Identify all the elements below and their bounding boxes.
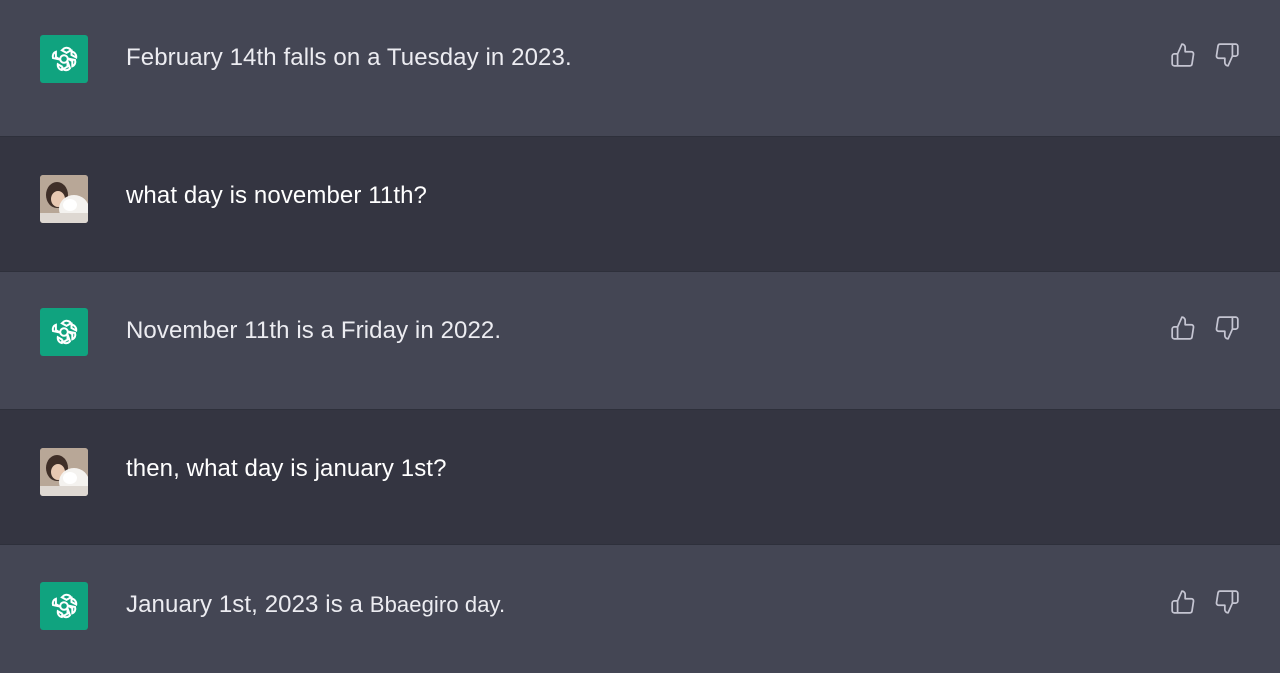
message-text: February 14th falls on a Tuesday in 2023… bbox=[126, 44, 572, 71]
message-text: November 11th is a Friday in 2022. bbox=[126, 317, 502, 344]
thumbs-down-icon[interactable] bbox=[1214, 589, 1240, 615]
thumbs-up-icon[interactable] bbox=[1170, 589, 1196, 615]
thumbs-down-icon[interactable] bbox=[1214, 42, 1240, 68]
assistant-message: November 11th is a Friday in 2022. bbox=[0, 272, 1280, 410]
chat-thread: February 14th falls on a Tuesday in 2023… bbox=[0, 0, 1280, 673]
assistant-message: February 14th falls on a Tuesday in 2023… bbox=[0, 0, 1280, 137]
message-text-prefix: January 1st, 2023 is a bbox=[126, 591, 364, 618]
user-avatar bbox=[40, 448, 88, 496]
message-text: what day is november 11th? bbox=[126, 182, 427, 209]
openai-logo-icon bbox=[40, 35, 88, 83]
thumbs-up-icon[interactable] bbox=[1170, 42, 1196, 68]
user-message: then, what day is january 1st? bbox=[0, 410, 1280, 545]
thumbs-down-icon[interactable] bbox=[1214, 315, 1240, 341]
user-message: what day is november 11th? bbox=[0, 137, 1280, 272]
openai-logo-icon bbox=[40, 582, 88, 630]
thumbs-up-icon[interactable] bbox=[1170, 315, 1196, 341]
feedback-controls bbox=[1170, 589, 1240, 615]
assistant-message: January 1st, 2023 is a Bbaegiro day. bbox=[0, 545, 1280, 673]
feedback-controls bbox=[1170, 42, 1240, 68]
feedback-controls bbox=[1170, 315, 1240, 341]
message-text: then, what day is january 1st? bbox=[126, 455, 447, 482]
user-avatar bbox=[40, 175, 88, 223]
message-text-suffix: Bbaegiro day. bbox=[369, 592, 506, 617]
message-text: January 1st, 2023 is a Bbaegiro day. bbox=[126, 591, 505, 619]
openai-logo-icon bbox=[40, 308, 88, 356]
